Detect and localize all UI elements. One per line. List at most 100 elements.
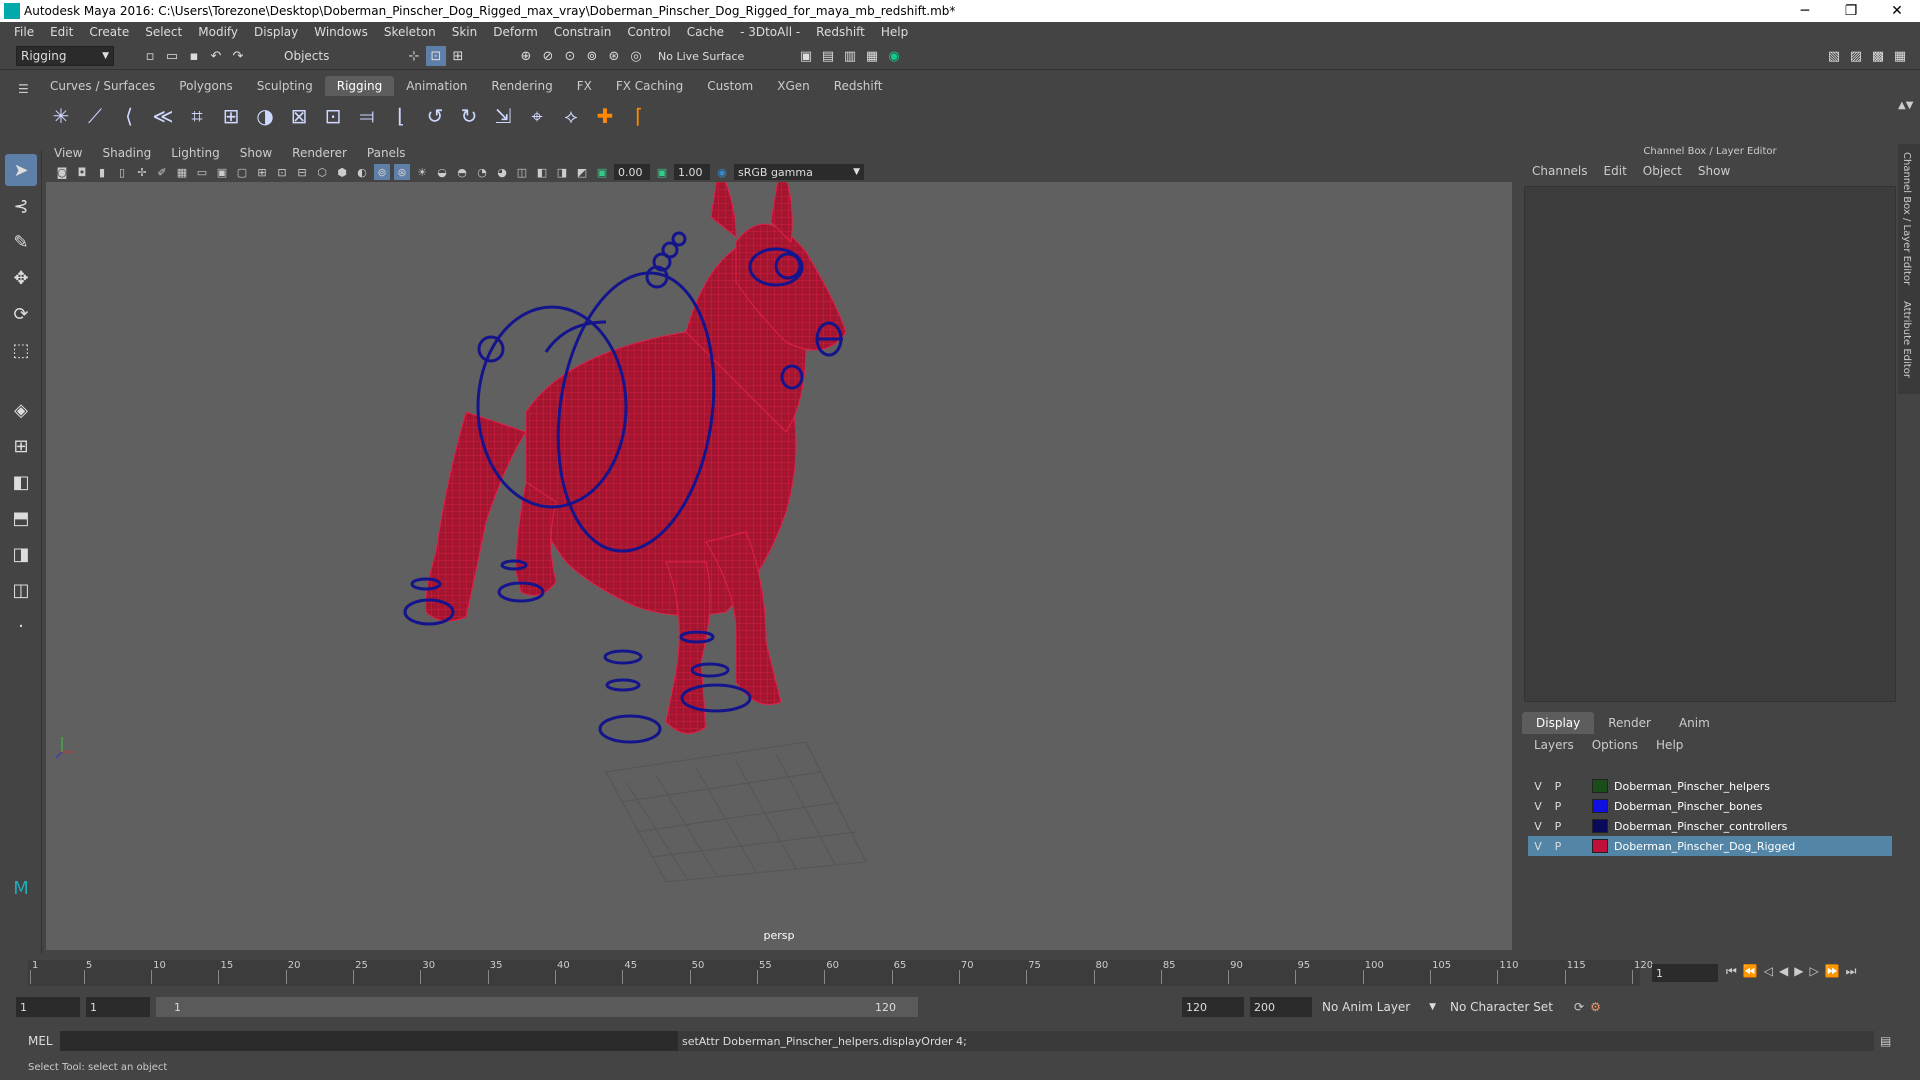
menu-deform[interactable]: Deform xyxy=(485,25,546,39)
open-scene-icon[interactable]: ▭ xyxy=(162,46,182,66)
end-time-field[interactable]: 200 xyxy=(1250,997,1312,1017)
tab-anim[interactable]: Anim xyxy=(1665,712,1724,734)
layer-row[interactable]: V P Doberman_Pinscher_helpers xyxy=(1528,776,1892,796)
vp-menu-lighting[interactable]: Lighting xyxy=(171,146,220,160)
save-scene-icon[interactable]: ▪ xyxy=(184,46,204,66)
snap-view-icon[interactable]: ⊚ xyxy=(582,46,602,66)
step-back-frame-icon[interactable]: ◁ xyxy=(1764,964,1773,979)
menu-control[interactable]: Control xyxy=(619,25,678,39)
time-ruler[interactable]: 1 5 10 15 20 25 30 35 40 45 50 55 60 65 70 75 80 85 90 95 10… xyxy=(28,960,1653,986)
shelf-tab-animation[interactable]: Animation xyxy=(394,76,479,96)
scale-tool-icon[interactable]: ⬚ xyxy=(5,334,37,366)
cb-menu-channels[interactable]: Channels xyxy=(1532,164,1588,178)
layer-playback-toggle[interactable]: P xyxy=(1548,800,1568,813)
menu-help[interactable]: Help xyxy=(873,25,916,39)
menu-3dtoall[interactable]: - 3DtoAll - xyxy=(732,25,808,39)
select-tool-icon[interactable]: ➤ xyxy=(5,154,37,186)
exposure-field[interactable]: 0.00 xyxy=(614,164,650,180)
create-locator-icon[interactable]: ✚ xyxy=(590,100,620,132)
paint-select-icon[interactable]: ✎ xyxy=(5,226,37,258)
wireframe-on-shaded-icon[interactable]: ⊚ xyxy=(374,164,390,180)
lattice-icon[interactable]: ⊠ xyxy=(284,100,314,132)
cluster-icon[interactable]: ⊡ xyxy=(318,100,348,132)
create-joint-icon[interactable]: ✳ xyxy=(46,100,76,132)
select-object-icon[interactable]: ⊡ xyxy=(426,46,446,66)
scale-constraint-icon[interactable]: ⇲ xyxy=(488,100,518,132)
insert-joint-icon[interactable]: ≪ xyxy=(148,100,178,132)
quick-rig-icon[interactable]: ⌗ xyxy=(182,100,212,132)
layer-row-selected[interactable]: V P Doberman_Pinscher_Dog_Rigged xyxy=(1528,836,1892,856)
xray-icon[interactable]: ◧ xyxy=(534,164,550,180)
vp-menu-panels[interactable]: Panels xyxy=(367,146,406,160)
menu-cache[interactable]: Cache xyxy=(679,25,732,39)
motion-blur-icon[interactable]: ◔ xyxy=(474,164,490,180)
xray-joints-icon[interactable]: ◨ xyxy=(554,164,570,180)
layer-playback-toggle[interactable]: P xyxy=(1548,820,1568,833)
close-icon[interactable]: ✕ xyxy=(1874,3,1920,19)
ik-spline-icon[interactable]: ⟨ xyxy=(114,100,144,132)
smooth-shade-icon[interactable]: ⬢ xyxy=(334,164,350,180)
layer-color-swatch[interactable] xyxy=(1592,779,1608,793)
vp-menu-view[interactable]: View xyxy=(54,146,82,160)
range-end-field[interactable]: 120 xyxy=(1182,997,1244,1017)
shadows-icon[interactable]: ◒ xyxy=(434,164,450,180)
point-constraint-icon[interactable]: ⌊ xyxy=(386,100,416,132)
step-forward-key-icon[interactable]: ⏩ xyxy=(1825,964,1840,979)
perspective-viewport[interactable]: persp xyxy=(46,182,1512,950)
shelf-menu-icon[interactable]: ☰ xyxy=(18,82,29,96)
default-material-icon[interactable]: ◐ xyxy=(354,164,370,180)
resolution-gate-icon[interactable]: ▣ xyxy=(214,164,230,180)
snap-surface-icon[interactable]: ⊛ xyxy=(604,46,624,66)
outliner-layout-icon[interactable]: ◫ xyxy=(5,574,37,606)
persp-graph-layout-icon[interactable]: ⬒ xyxy=(5,502,37,534)
step-back-key-icon[interactable]: ⏪ xyxy=(1743,964,1758,979)
shelf-tab-sculpting[interactable]: Sculpting xyxy=(245,76,325,96)
render-settings-icon[interactable]: ▣ xyxy=(796,46,816,66)
start-time-field[interactable]: 1 xyxy=(16,997,80,1017)
antialiasing-icon[interactable]: ◕ xyxy=(494,164,510,180)
menu-display[interactable]: Display xyxy=(246,25,306,39)
shelf-tab-polygons[interactable]: Polygons xyxy=(167,76,244,96)
script-editor-icon[interactable]: ▤ xyxy=(1880,1034,1891,1048)
shelf-tab-xgen[interactable]: XGen xyxy=(765,76,822,96)
snap-point-icon[interactable]: ⊙ xyxy=(560,46,580,66)
persp-outliner-layout-icon[interactable]: ◧ xyxy=(5,466,37,498)
field-chart-icon[interactable]: ⊞ xyxy=(254,164,270,180)
redo-icon[interactable]: ↷ xyxy=(228,46,248,66)
step-forward-frame-icon[interactable]: ▷ xyxy=(1809,964,1818,979)
shelf-tab-curves-surfaces[interactable]: Curves / Surfaces xyxy=(38,76,167,96)
tab-render[interactable]: Render xyxy=(1594,712,1665,734)
four-view-layout-icon[interactable]: ⊞ xyxy=(5,430,37,462)
layer-color-swatch[interactable] xyxy=(1592,799,1608,813)
menuset-dropdown[interactable]: Rigging ▼ xyxy=(16,46,114,66)
shelf-tab-custom[interactable]: Custom xyxy=(695,76,765,96)
hik-icon[interactable]: ⌈ xyxy=(624,100,654,132)
exposure-icon[interactable]: ▣ xyxy=(594,164,610,180)
preferences-icon[interactable]: ⚙ xyxy=(1590,1000,1601,1014)
shelf-tab-fx[interactable]: FX xyxy=(565,76,604,96)
snap-grid-icon[interactable]: ⊕ xyxy=(516,46,536,66)
le-menu-help[interactable]: Help xyxy=(1656,738,1683,752)
render-view-icon[interactable]: ▦ xyxy=(862,46,882,66)
command-input[interactable] xyxy=(60,1031,678,1051)
wireframe-icon[interactable]: ⬡ xyxy=(314,164,330,180)
orient-constraint-icon[interactable]: ↺ xyxy=(420,100,450,132)
range-start-field[interactable]: 1 xyxy=(86,997,150,1017)
side-tab-attribute-editor[interactable]: Attribute Editor xyxy=(1898,293,1915,386)
le-menu-options[interactable]: Options xyxy=(1592,738,1638,752)
pole-vector-icon[interactable]: ⌖ xyxy=(522,100,552,132)
menu-redshift[interactable]: Redshift xyxy=(808,25,873,39)
rotate-tool-icon[interactable]: ⟳ xyxy=(5,298,37,330)
cb-menu-show[interactable]: Show xyxy=(1698,164,1730,178)
layer-visibility-toggle[interactable]: V xyxy=(1528,840,1548,853)
camera-attributes-icon[interactable]: ◘ xyxy=(74,164,90,180)
color-management-icon[interactable]: ◉ xyxy=(714,164,730,180)
layer-playback-toggle[interactable]: P xyxy=(1548,840,1568,853)
bookmark-icon[interactable]: ▮ xyxy=(94,164,110,180)
layer-row[interactable]: V P Doberman_Pinscher_bones xyxy=(1528,796,1892,816)
new-scene-icon[interactable]: ▫ xyxy=(140,46,160,66)
menu-skin[interactable]: Skin xyxy=(444,25,486,39)
go-to-start-icon[interactable]: ⏮ xyxy=(1726,964,1737,979)
vp-menu-shading[interactable]: Shading xyxy=(102,146,151,160)
gamma-field[interactable]: 1.00 xyxy=(674,164,710,180)
